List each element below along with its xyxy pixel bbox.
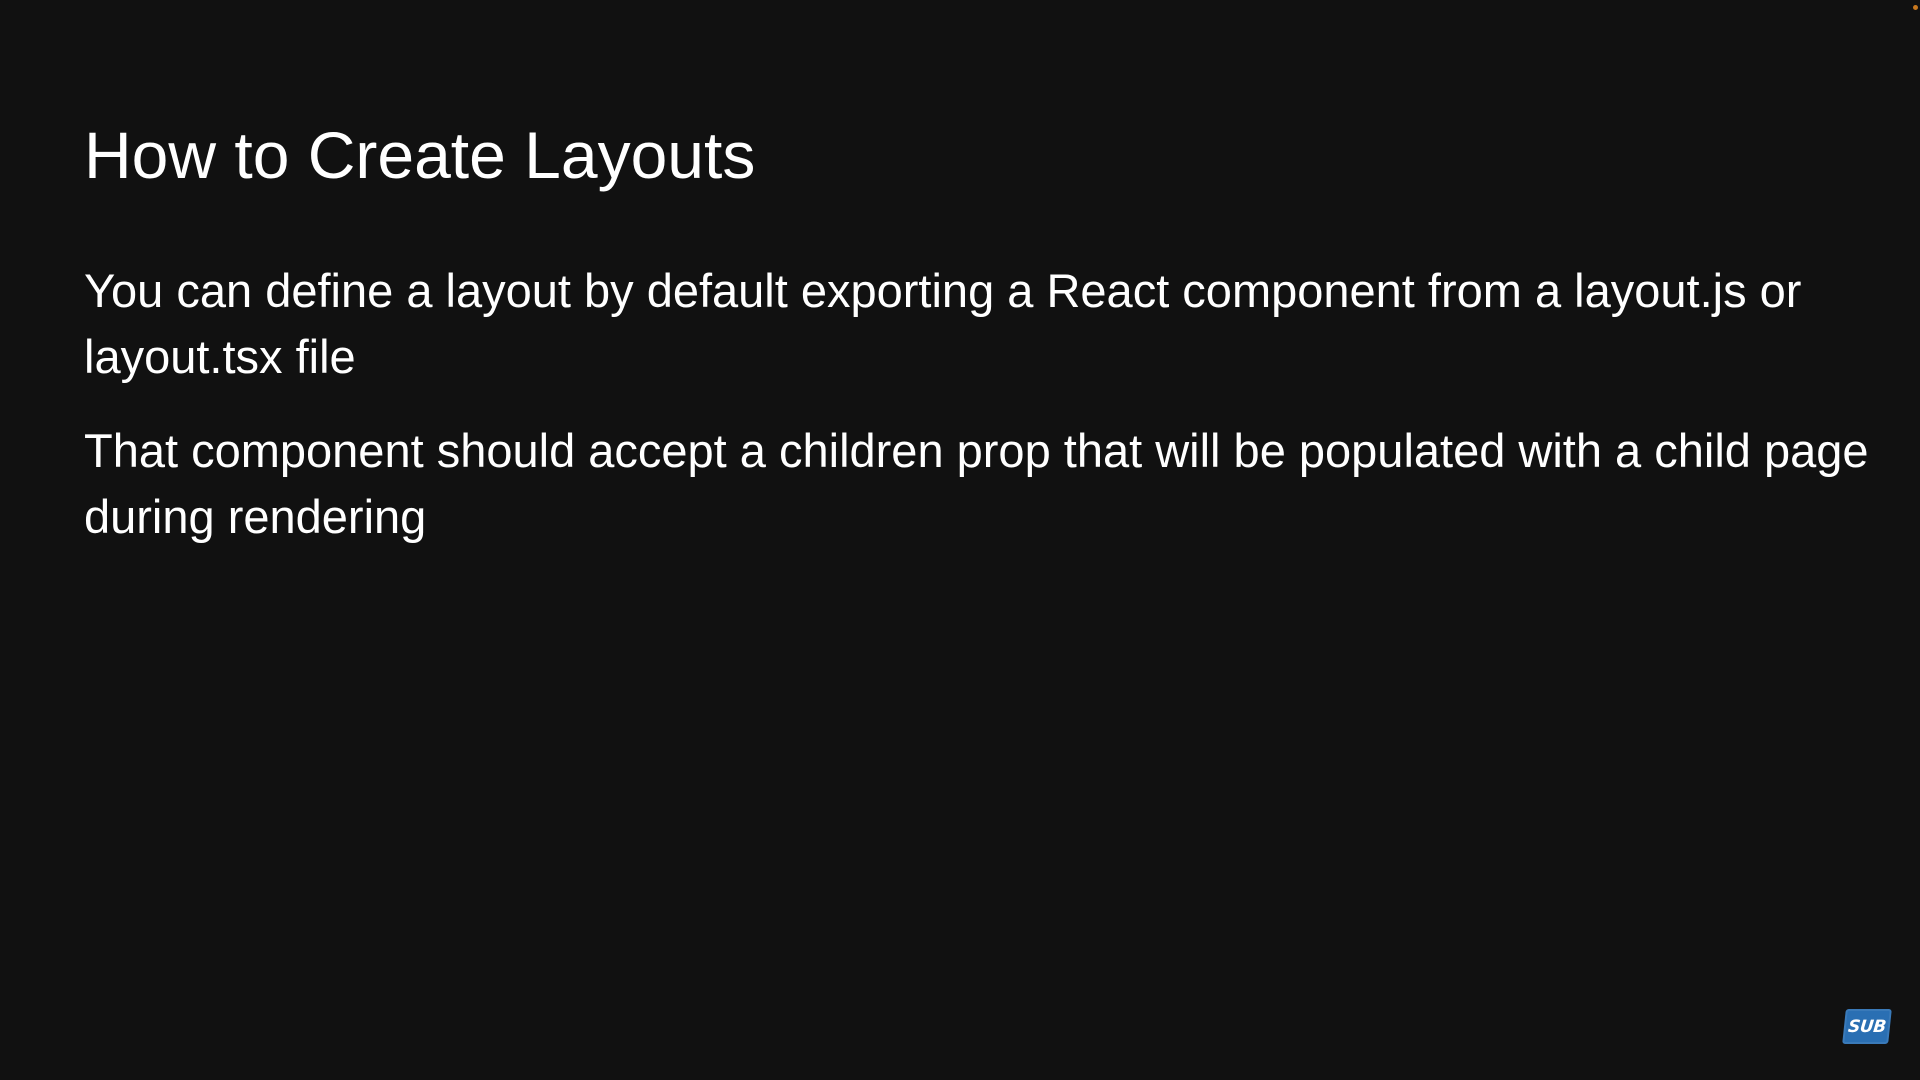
paragraph-layout-definition: You can define a layout by default expor…: [84, 264, 1802, 383]
slide-body: You can define a layout by default expor…: [84, 258, 1884, 578]
slide: How to Create Layouts You can define a l…: [0, 0, 1920, 1080]
paragraph-children-prop: That component should accept a children …: [84, 424, 1869, 543]
slide-title: How to Create Layouts: [84, 118, 756, 192]
corner-indicator-dot: [1913, 5, 1918, 10]
subscribe-badge-icon[interactable]: SUB: [1842, 1009, 1892, 1044]
subscribe-badge-label: SUB: [1847, 1016, 1887, 1037]
